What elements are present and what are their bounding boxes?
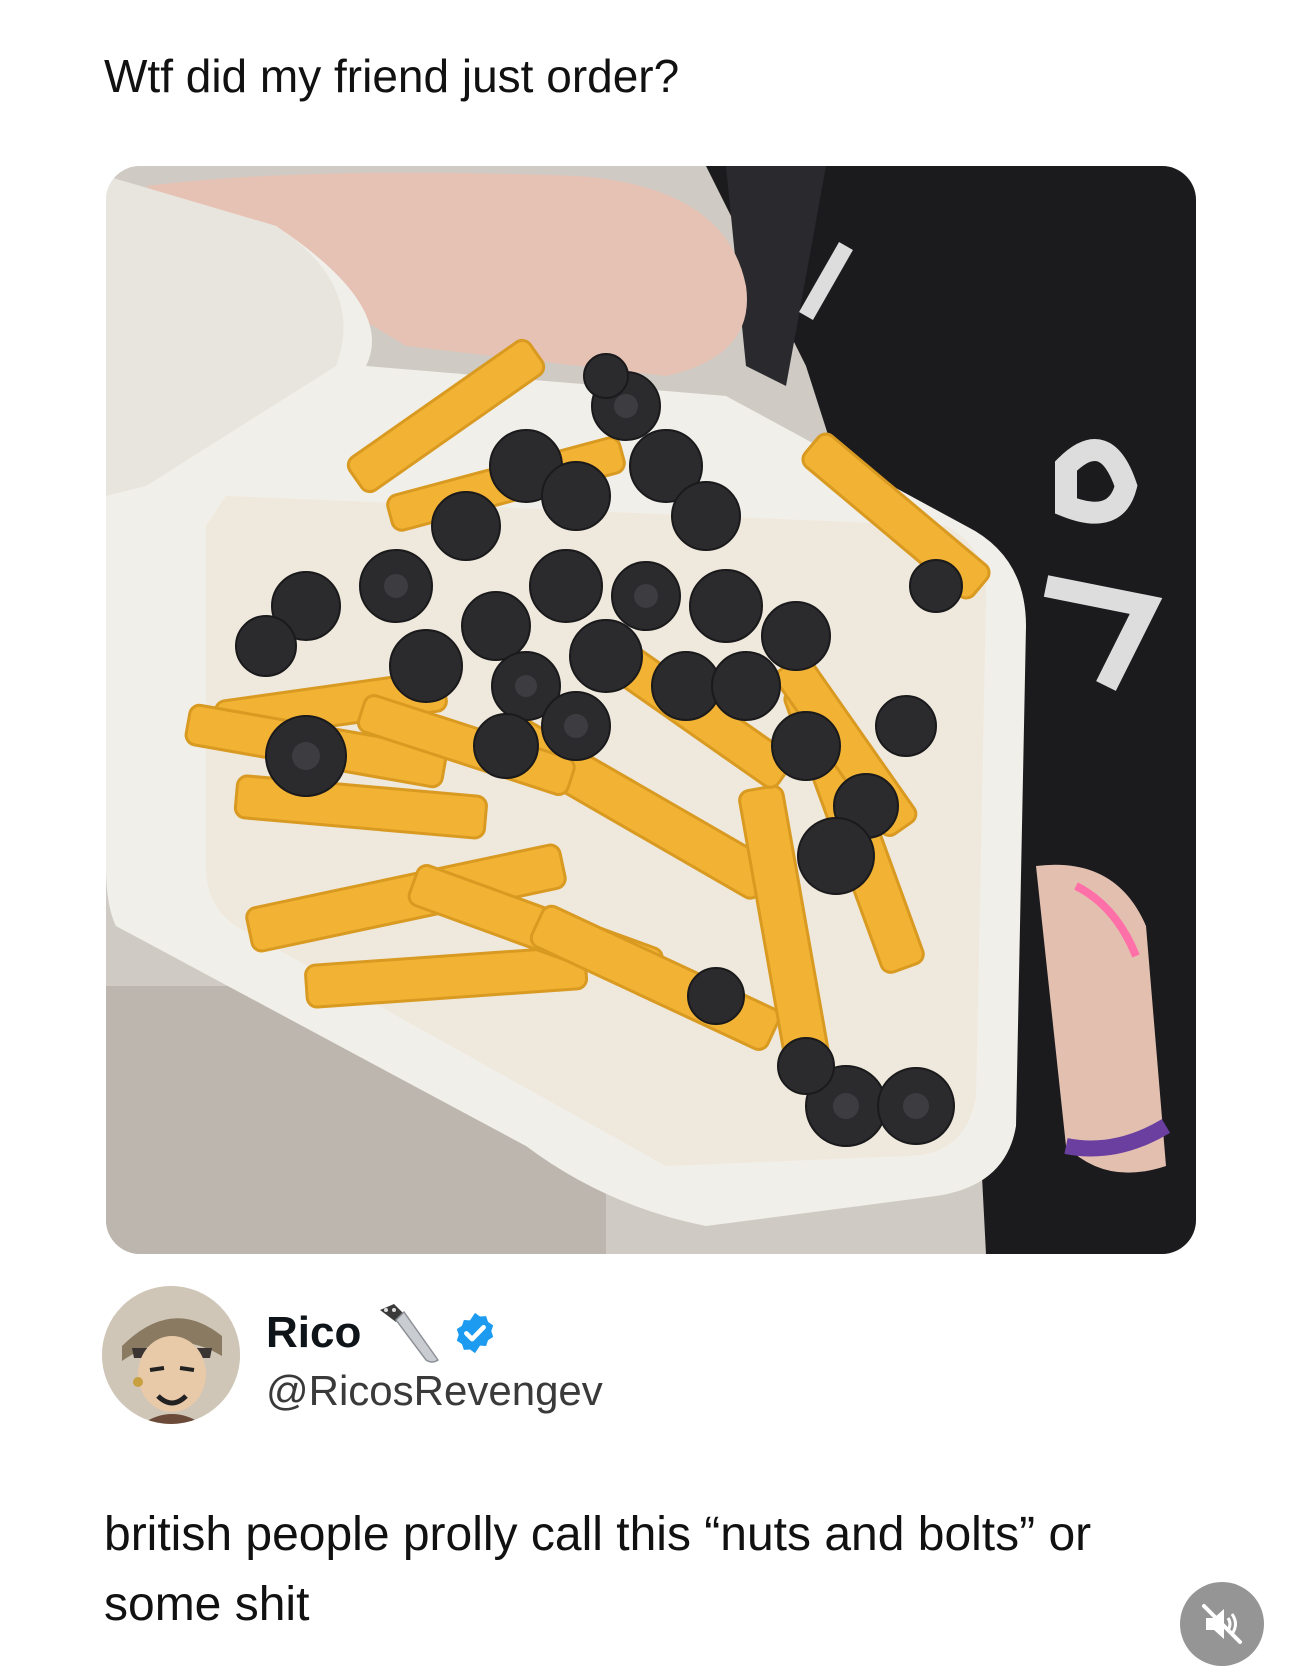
knife-icon	[380, 1304, 440, 1363]
fries-with-olives-photo	[106, 166, 1196, 1254]
post-image[interactable]	[106, 166, 1196, 1254]
tweet-author[interactable]: Rico @RicosRevengev	[102, 1286, 1002, 1426]
avatar[interactable]	[102, 1286, 240, 1424]
display-name[interactable]: Rico	[266, 1308, 361, 1358]
verified-badge-icon	[456, 1312, 494, 1354]
tweet-text: british people prolly call this “nuts an…	[104, 1508, 1092, 1631]
mute-button[interactable]	[1180, 1582, 1264, 1666]
muted-speaker-icon	[1202, 1604, 1242, 1644]
anime-character-avatar-icon	[102, 1286, 240, 1424]
post-caption: Wtf did my friend just order?	[104, 50, 680, 102]
user-handle[interactable]: @RicosRevengev	[266, 1366, 603, 1416]
